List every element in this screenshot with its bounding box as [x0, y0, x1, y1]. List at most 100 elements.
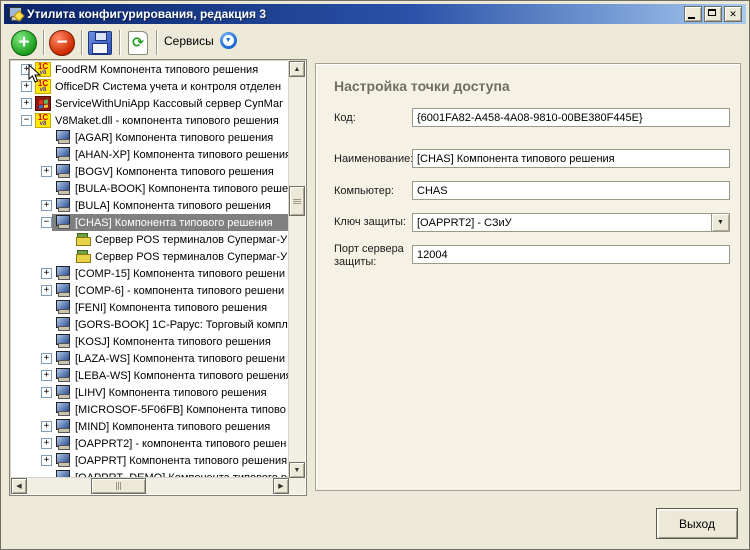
expand-plus-icon[interactable]: +: [41, 166, 52, 177]
tree-item-label: [CHAS] Компонента типового решения: [75, 217, 273, 229]
scroll-left-icon[interactable]: ◀: [11, 478, 27, 494]
protection-key-value[interactable]: [413, 214, 711, 231]
tree-item[interactable]: [FENI] Компонента типового решения: [11, 299, 289, 316]
protection-key-combobox[interactable]: ▼: [412, 213, 730, 232]
tree-horizontal-scrollbar[interactable]: ◀ ▶: [11, 477, 289, 494]
tree-item[interactable]: [AHAN-XP] Компонента типового решения: [11, 146, 289, 163]
tree-vertical-scrollbar[interactable]: ▲ ▼: [288, 61, 305, 478]
tree-connector: [41, 149, 52, 160]
add-button[interactable]: +: [9, 28, 39, 57]
chevron-down-icon[interactable]: ▼: [711, 214, 729, 231]
tree-item[interactable]: + [COMP-6] - компонента типового решени: [11, 282, 289, 299]
expand-plus-icon[interactable]: +: [21, 81, 32, 92]
computer-icon: [55, 453, 71, 468]
tree-item[interactable]: −1Сv8V8Maket.dll - компонента типового р…: [11, 112, 289, 129]
exit-button[interactable]: Выход: [656, 508, 738, 539]
tree-item-label: Сервер POS терминалов Супермаг-УК: [95, 234, 289, 246]
tree-view: +1Сv8FoodRM Компонента типового решения+…: [9, 59, 307, 496]
tree-item[interactable]: Сервер POS терминалов Супермаг-УК: [11, 231, 289, 248]
horizontal-scroll-thumb[interactable]: [91, 478, 146, 494]
tree-item[interactable]: [BULA-BOOK] Компонента типового решен: [11, 180, 289, 197]
computer-input[interactable]: [412, 181, 730, 200]
refresh-icon: ⟳: [128, 31, 148, 55]
tree-item[interactable]: +[BULA] Компонента типового решения: [11, 197, 289, 214]
close-icon: ✕: [725, 7, 741, 21]
computer-label: Компьютер:: [334, 185, 412, 198]
vertical-scroll-thumb[interactable]: [289, 186, 305, 216]
code-input[interactable]: [412, 108, 730, 127]
app-icon: [8, 7, 23, 21]
tree-item[interactable]: +1Сv8FoodRM Компонента типового решения: [11, 61, 289, 78]
expand-plus-icon[interactable]: +: [41, 200, 52, 211]
access-point-panel: Настройка точки доступа Код: Наименовани…: [315, 63, 741, 491]
tree-item[interactable]: [KOSJ] Компонента типового решения: [11, 333, 289, 350]
collapse-minus-icon[interactable]: −: [41, 217, 52, 228]
tree-item[interactable]: [MICROSOF-5F06FB] Компонента типово: [11, 401, 289, 418]
tree-item-label: [LAZA-WS] Компонента типового решени: [75, 353, 285, 365]
scroll-up-icon[interactable]: ▲: [289, 61, 305, 77]
expand-plus-icon[interactable]: +: [21, 64, 32, 75]
expand-plus-icon[interactable]: +: [41, 285, 52, 296]
expand-plus-icon[interactable]: +: [41, 370, 52, 381]
tree-connector: [41, 404, 52, 415]
name-input[interactable]: [412, 149, 730, 168]
minus-icon: −: [49, 30, 75, 56]
tree-item[interactable]: + [LEBA-WS] Компонента типового решения: [11, 367, 289, 384]
windows-app-icon: [35, 96, 51, 111]
tree-item[interactable]: +1Сv8OfficeDR Система учета и контроля о…: [11, 78, 289, 95]
tree-connector: [41, 302, 52, 313]
plus-icon: +: [11, 30, 37, 56]
pos-terminal-icon: [75, 232, 91, 247]
maximize-icon: [708, 9, 716, 16]
scroll-right-icon[interactable]: ▶: [273, 478, 289, 494]
tree-connector: [41, 336, 52, 347]
tree-item[interactable]: +[COMP-15] Компонента типового решени: [11, 265, 289, 282]
toolbar-separator: [43, 30, 45, 55]
tree-item[interactable]: + [MIND] Компонента типового решения: [11, 418, 289, 435]
tree-item-label: [FENI] Компонента типового решения: [75, 302, 267, 314]
tree-item[interactable]: − [CHAS] Компонента типового решения: [11, 214, 289, 231]
tree-connector: [41, 183, 52, 194]
collapse-minus-icon[interactable]: −: [21, 115, 32, 126]
tree-item-label: [COMP-6] - компонента типового решени: [75, 285, 284, 297]
services-menu-button[interactable]: Сервисы ▼: [164, 32, 237, 49]
pos-terminal-icon: [75, 249, 91, 264]
protection-port-input[interactable]: [412, 245, 730, 264]
tree-item[interactable]: Сервер POS терминалов Супермаг-УК: [11, 248, 289, 265]
tree-item[interactable]: +[OAPPRT2] - компонента типового решен: [11, 435, 289, 452]
expand-plus-icon[interactable]: +: [21, 98, 32, 109]
tree-item[interactable]: [AGAR] Компонента типового решения: [11, 129, 289, 146]
expand-plus-icon[interactable]: +: [41, 387, 52, 398]
tree-item-label: [OAPPRT] Компонента типового решения: [75, 455, 287, 467]
scroll-down-icon[interactable]: ▼: [289, 462, 305, 478]
computer-icon: [55, 215, 71, 230]
tree-item[interactable]: [GORS-BOOK] 1С-Рарус: Торговый компле: [11, 316, 289, 333]
1c-v8-icon: 1Сv8: [35, 113, 51, 128]
tree-item[interactable]: + [LAZA-WS] Компонента типового решени: [11, 350, 289, 367]
expand-plus-icon[interactable]: +: [41, 421, 52, 432]
computer-icon: [55, 419, 71, 434]
tree-connector: [61, 251, 72, 262]
protection-key-label: Ключ защиты:: [334, 216, 412, 229]
expand-plus-icon[interactable]: +: [41, 268, 52, 279]
tree-item-label: [GORS-BOOK] 1С-Рарус: Торговый компле: [75, 319, 289, 331]
tree-item[interactable]: +ServiceWithUniApp Кассовый сервер СупМа…: [11, 95, 289, 112]
tree-item[interactable]: +[LIHV] Компонента типового решения: [11, 384, 289, 401]
name-label: Наименование:: [334, 153, 412, 166]
close-button[interactable]: ✕: [724, 6, 742, 22]
remove-button[interactable]: −: [47, 28, 77, 57]
expand-plus-icon[interactable]: +: [41, 455, 52, 466]
tree-item-label: [LEBA-WS] Компонента типового решения: [75, 370, 289, 382]
tree-item[interactable]: + [OAPPRT] Компонента типового решения: [11, 452, 289, 469]
refresh-button[interactable]: ⟳: [123, 28, 153, 57]
panel-title: Настройка точки доступа: [334, 78, 510, 94]
maximize-button[interactable]: [704, 6, 722, 22]
save-button[interactable]: [85, 28, 115, 57]
expand-plus-icon[interactable]: +: [41, 353, 52, 364]
computer-icon: [55, 147, 71, 162]
tree-item-label: [MIND] Компонента типового решения: [75, 421, 270, 433]
tree-connector: [41, 319, 52, 330]
minimize-button[interactable]: [684, 6, 702, 22]
expand-plus-icon[interactable]: +: [41, 438, 52, 449]
tree-item[interactable]: +[BOGV] Компонента типового решения: [11, 163, 289, 180]
